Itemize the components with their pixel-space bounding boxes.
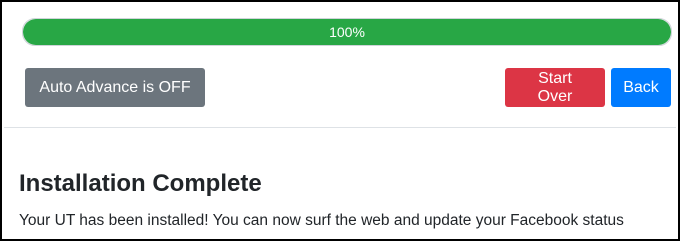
start-over-button[interactable]: Start Over xyxy=(505,68,605,107)
completion-message: Your UT has been installed! You can now … xyxy=(19,212,624,229)
progress-bar-fill: 100% xyxy=(23,19,671,45)
section-divider xyxy=(4,127,676,128)
back-button[interactable]: Back xyxy=(611,68,671,107)
wizard-panel: 100% Auto Advance is OFF Start Over Back… xyxy=(0,0,680,241)
progress-label: 100% xyxy=(329,24,365,40)
auto-advance-toggle-button[interactable]: Auto Advance is OFF xyxy=(25,68,205,107)
progress-bar: 100% xyxy=(22,18,672,46)
page-title: Installation Complete xyxy=(19,170,262,197)
